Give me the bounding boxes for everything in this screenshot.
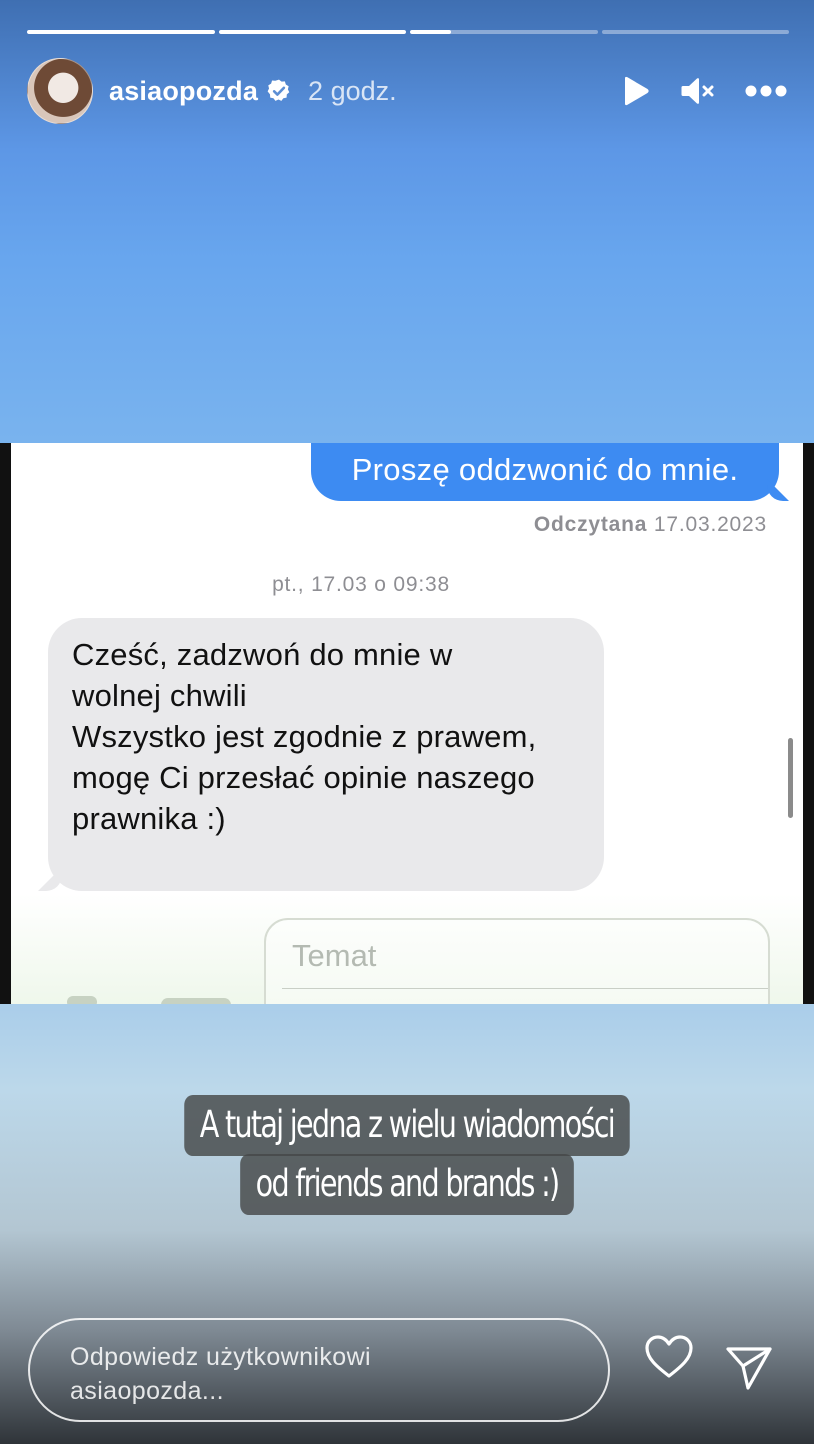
subject-divider [282, 988, 768, 989]
story-progress-bars [27, 30, 789, 34]
more-options-icon[interactable] [745, 85, 787, 97]
chat-screenshot-content: Proszę oddzwonić do mnie. Odczytana 17.0… [11, 443, 803, 1004]
read-receipt: Odczytana 17.03.2023 [534, 513, 767, 537]
avatar[interactable] [27, 58, 93, 124]
post-time: 2 godz. [308, 75, 397, 106]
subject-placeholder: Temat [292, 938, 377, 973]
chat-screenshot: Proszę oddzwonić do mnie. Odczytana 17.0… [0, 443, 814, 1004]
story-header: asiaopozda 2 godz. [27, 58, 787, 124]
progress-segment-2 [218, 30, 406, 34]
message-date-stamp: pt., 17.03 o 09:38 [272, 573, 450, 596]
read-date: 17.03.2023 [653, 513, 767, 536]
reply-input[interactable]: Odpowiedz użytkownikowi asiaopozda... [28, 1318, 610, 1422]
progress-segment-3 [410, 30, 598, 34]
outgoing-message-bubble: Proszę oddzwonić do mnie. [311, 443, 779, 501]
scroll-indicator [788, 738, 793, 818]
reply-placeholder-line-2: asiaopozda... [70, 1377, 224, 1405]
progress-segment-1 [27, 30, 215, 34]
muted-speaker-icon[interactable] [681, 75, 715, 107]
heart-icon[interactable] [644, 1334, 694, 1380]
caption-line-1: A tutaj jedna z wielu wiadomości [184, 1095, 630, 1156]
progress-segment-4 [601, 30, 789, 34]
incoming-message-bubble: Cześć, zadzwoń do mnie w wolnej chwili W… [48, 618, 604, 891]
incoming-message-line: Cześć, zadzwoń do mnie w [72, 637, 453, 672]
story-caption: A tutaj jedna z wielu wiadomości od frie… [0, 1095, 814, 1215]
incoming-message-line: Wszystko jest zgodnie z prawem, [72, 719, 537, 754]
incoming-message-line: wolnej chwili [72, 678, 247, 713]
read-label: Odczytana [533, 513, 648, 536]
verified-badge-icon [267, 79, 290, 101]
username[interactable]: asiaopozda [109, 76, 258, 107]
compose-button-fragment [67, 996, 97, 1004]
caption-line-2: od friends and brands :) [240, 1154, 574, 1215]
subject-field: Temat [264, 918, 770, 1004]
incoming-message-line: prawnika :) [72, 801, 226, 836]
send-icon[interactable] [724, 1344, 774, 1392]
compose-button-fragment [161, 998, 231, 1004]
play-icon[interactable] [621, 75, 651, 107]
incoming-message-line: mogę Ci przesłać opinie naszego [72, 760, 535, 795]
reply-placeholder-line-1: Odpowiedz użytkownikowi [70, 1343, 371, 1371]
